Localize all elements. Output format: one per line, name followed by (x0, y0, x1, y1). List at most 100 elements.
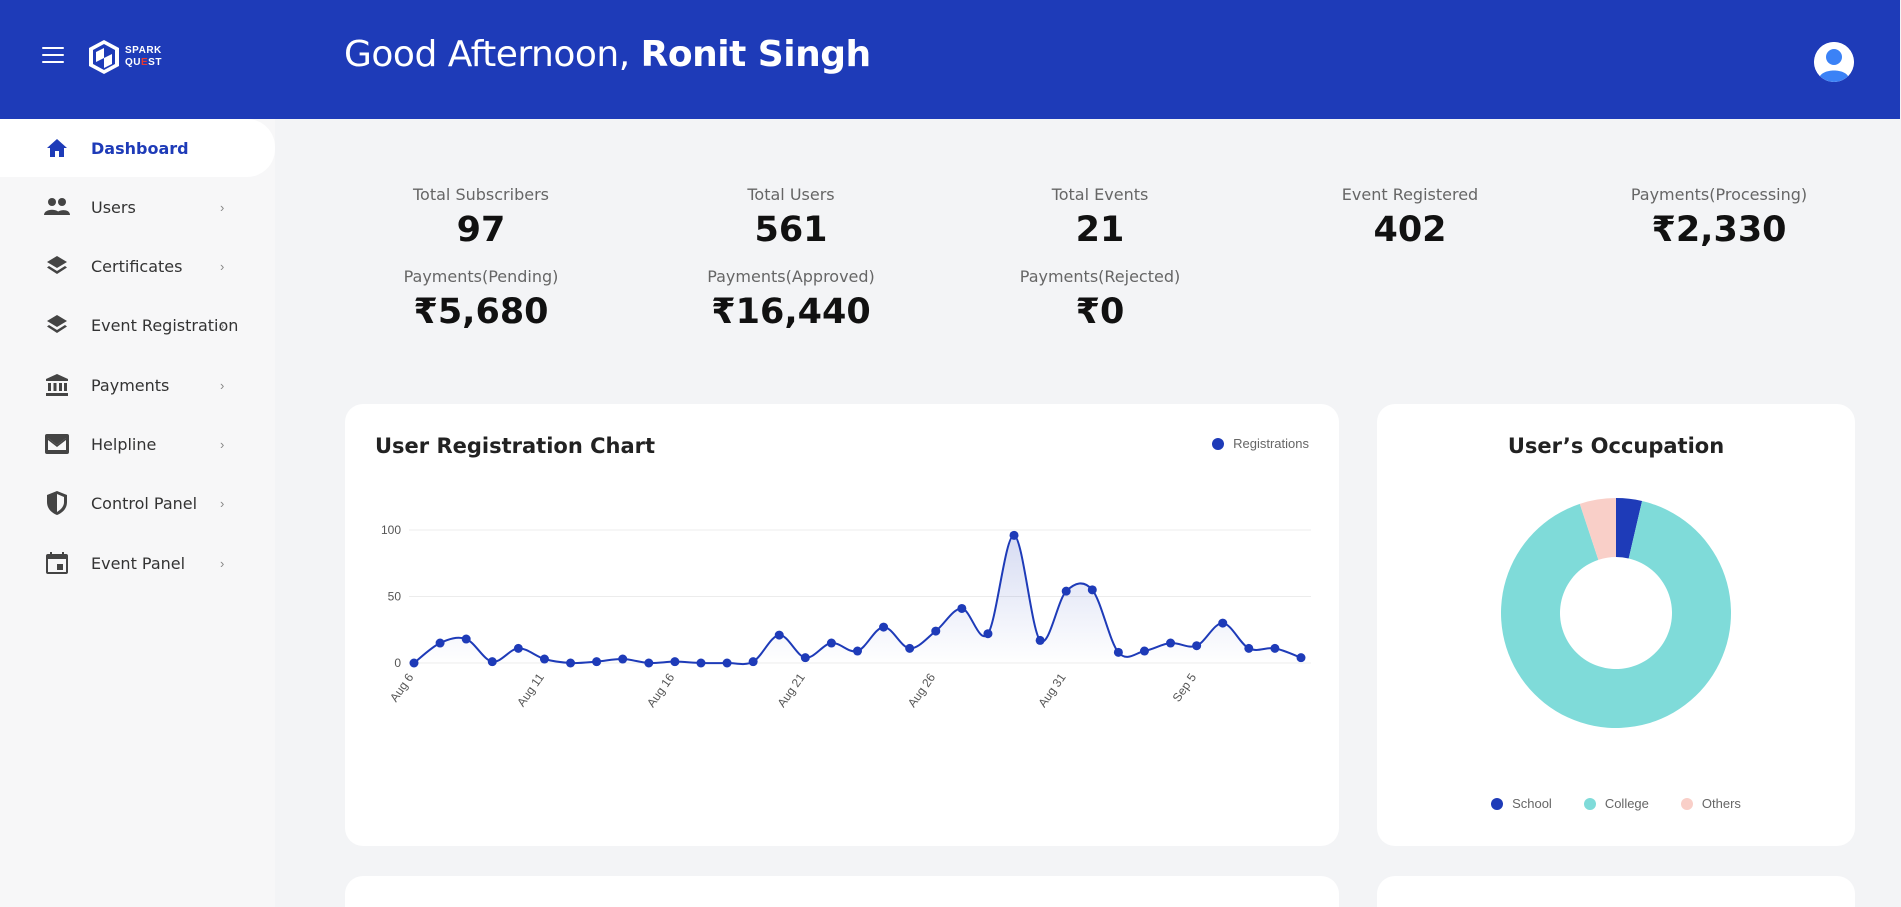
stat-label: Total Events (1051, 185, 1149, 204)
stat-value: 97 (456, 210, 506, 250)
y-tick-label: 100 (381, 523, 401, 537)
legend-item-others[interactable]: Others (1680, 796, 1741, 811)
data-point (1296, 653, 1306, 663)
legend-label: Others (1701, 796, 1741, 811)
x-tick-label: Aug 11 (514, 670, 547, 709)
data-point (774, 630, 784, 640)
legend-dot (1583, 797, 1596, 810)
sidebar-item-payments[interactable]: Payments › (0, 356, 275, 414)
data-point (1244, 643, 1254, 653)
legend-item-school[interactable]: School (1491, 796, 1552, 811)
chevron-right-icon: › (220, 555, 225, 571)
data-point (1139, 646, 1149, 656)
bank-icon (44, 372, 70, 398)
data-point (983, 629, 993, 639)
stat-total-events: Total Events 21 (975, 185, 1225, 250)
logo[interactable]: SPARK QUEST (86, 38, 162, 76)
stat-label: Event Registered (1341, 185, 1479, 204)
user-avatar-icon (1814, 42, 1854, 82)
x-tick-label: Aug 26 (905, 670, 938, 709)
menu-icon[interactable] (42, 47, 64, 65)
sidebar-item-label: Event Panel (91, 553, 186, 573)
data-point (1270, 643, 1280, 653)
data-point (1166, 638, 1176, 648)
data-point (1087, 585, 1097, 595)
x-tick-label: Aug 6 (387, 670, 417, 704)
user-avatar[interactable] (1814, 42, 1854, 82)
logo-text-line2: QUEST (125, 57, 162, 68)
data-point (905, 643, 915, 653)
donut-legend: School College Others (1377, 796, 1855, 811)
x-tick-label: Aug 16 (644, 670, 677, 709)
occupation-chart-card: User’s Occupation School College Others (1377, 404, 1855, 846)
stat-label: Total Users (747, 185, 835, 204)
chevron-right-icon: › (220, 199, 225, 215)
sidebar-item-users[interactable]: Users › (0, 178, 275, 236)
stat-payments-rejected: Payments(Rejected) ₹0 (975, 267, 1225, 332)
legend-dot (1491, 797, 1504, 810)
logo-text-line1: SPARK (125, 45, 162, 56)
data-point (1113, 647, 1123, 657)
data-point (748, 657, 758, 667)
stat-label: Payments(Rejected) (1019, 267, 1181, 286)
sidebar-item-certificates[interactable]: Certificates › (0, 237, 275, 295)
sidebar-item-label: Control Panel (91, 493, 198, 513)
stat-event-registered: Event Registered 402 (1285, 185, 1535, 250)
stat-value: 21 (1075, 210, 1125, 250)
stat-payments-processing: Payments(Processing) ₹2,330 (1594, 185, 1844, 250)
registration-line-chart: 0 50 100 Aug 6 Aug 11 Aug 16 Aug 21 Aug 26 Aug 3… (381, 523, 1311, 710)
sidebar-item-label: Users (91, 197, 136, 217)
layers-icon (44, 253, 70, 279)
chevron-right-icon: › (220, 495, 225, 511)
data-point (461, 634, 471, 644)
sidebar-item-label: Certificates (91, 256, 183, 276)
stat-value: ₹16,440 (711, 292, 871, 332)
x-tick-label: Aug 21 (774, 670, 807, 709)
occupation-donut-chart (1501, 498, 1731, 728)
calendar-icon (44, 550, 70, 576)
registration-chart-card: User Registration Chart Registrations 05… (345, 404, 1339, 846)
chevron-right-icon: › (220, 258, 225, 274)
sidebar-item-event-panel[interactable]: Event Panel › (0, 534, 275, 592)
data-point (1218, 618, 1228, 628)
sidebar-item-event-registration[interactable]: Event Registration › (0, 296, 275, 354)
sidebar: Dashboard Users › Certificates › Event R… (0, 119, 275, 907)
bottom-card-right (1377, 876, 1855, 907)
sidebar-item-label: Payments (91, 375, 170, 395)
data-point (1192, 641, 1202, 651)
chevron-right-icon: › (220, 436, 225, 452)
stat-value: ₹0 (1075, 292, 1125, 332)
sidebar-item-dashboard[interactable]: Dashboard (0, 119, 275, 177)
legend-item-college[interactable]: College (1583, 796, 1649, 811)
data-point (513, 643, 523, 653)
data-point (957, 603, 967, 613)
y-tick-label: 50 (388, 590, 402, 604)
stat-value: 402 (1373, 210, 1447, 250)
sidebar-item-helpline[interactable]: Helpline › (0, 415, 275, 473)
stat-label: Payments(Approved) (707, 267, 875, 286)
data-point (931, 626, 941, 636)
sidebar-item-control-panel[interactable]: Control Panel › (0, 474, 275, 532)
data-point (487, 657, 497, 667)
user-name: Ronit Singh (640, 34, 871, 75)
data-point (826, 638, 836, 648)
sidebar-item-label: Helpline (91, 434, 157, 454)
x-tick-label: Aug 31 (1035, 670, 1068, 709)
stat-label: Payments(Processing) (1630, 185, 1808, 204)
home-icon (44, 135, 70, 161)
data-point (618, 654, 628, 664)
data-point (800, 653, 810, 663)
data-point (879, 622, 889, 632)
legend-dot (1680, 797, 1693, 810)
mail-icon (44, 431, 70, 457)
top-bar: SPARK QUEST Good Afternoon, Ronit Singh (0, 0, 1900, 119)
data-point (1009, 530, 1019, 540)
data-point (1061, 586, 1071, 596)
chart-title: User’s Occupation (1507, 434, 1725, 458)
legend-label: College (1604, 796, 1649, 811)
bottom-card-left (345, 876, 1339, 907)
sidebar-item-label: Dashboard (91, 138, 189, 158)
data-point (853, 646, 862, 656)
stat-value: 561 (754, 210, 828, 250)
data-point (539, 654, 549, 664)
